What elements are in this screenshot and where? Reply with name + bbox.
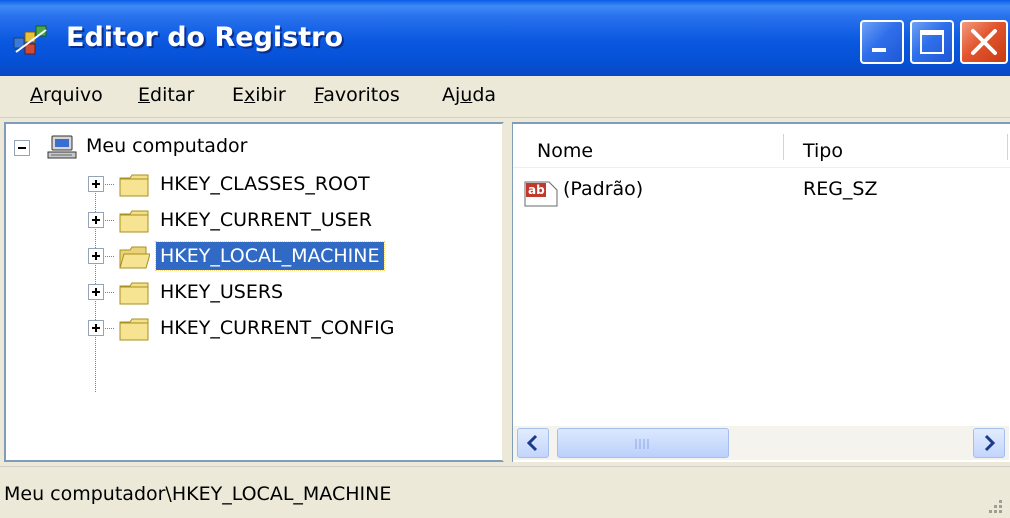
key-tree-pane[interactable]: Meu computador HKEY_CLASSES_ROOT HKEY_CU… — [4, 122, 504, 462]
grip-icon — [635, 439, 649, 449]
expand-toggle-classes-root[interactable] — [88, 176, 104, 192]
window-title: Editor do Registro — [66, 22, 344, 53]
tree-item-hkey-local-machine[interactable]: HKEY_LOCAL_MACHINE — [155, 241, 385, 271]
minimize-icon — [872, 48, 886, 52]
horizontal-scrollbar[interactable] — [513, 426, 1009, 460]
folder-closed-icon — [119, 174, 149, 197]
folder-closed-icon — [119, 282, 149, 305]
maximize-icon — [920, 30, 944, 54]
menu-bar: Arquivo Editar Exibir Favoritos Ajuda — [0, 76, 1010, 118]
tree-item-hkey-classes-root[interactable]: HKEY_CLASSES_ROOT — [156, 170, 374, 198]
column-separator[interactable] — [783, 134, 784, 160]
column-separator[interactable] — [1007, 134, 1008, 160]
root-collapse-toggle[interactable] — [14, 140, 30, 156]
tree-item-hkey-current-user[interactable]: HKEY_CURRENT_USER — [156, 206, 376, 234]
title-bar[interactable]: Editor do Registro — [0, 0, 1010, 76]
status-path: Meu computador\HKEY_LOCAL_MACHINE — [4, 483, 392, 505]
chevron-left-icon — [526, 434, 538, 452]
regedit-icon — [13, 25, 47, 55]
pane-splitter[interactable] — [504, 122, 512, 462]
chevron-right-icon — [984, 434, 996, 452]
expand-toggle-local-machine[interactable] — [88, 248, 104, 264]
svg-text:ab: ab — [528, 183, 545, 197]
expand-toggle-current-user[interactable] — [88, 212, 104, 228]
menu-exibir[interactable]: Exibir — [232, 84, 286, 106]
list-item[interactable]: ab (Padrão) REG_SZ — [513, 172, 1010, 208]
folder-closed-icon — [119, 210, 149, 233]
list-header: Nome Tipo — [513, 124, 1010, 168]
close-button[interactable] — [960, 20, 1008, 64]
column-header-tipo[interactable]: Tipo — [803, 140, 843, 162]
menu-favoritos[interactable]: Favoritos — [314, 84, 400, 106]
expand-toggle-users[interactable] — [88, 284, 104, 300]
value-name: (Padrão) — [563, 178, 644, 200]
registry-editor-window: Editor do Registro Arquivo Editar Exibir… — [0, 0, 1010, 518]
status-bar: Meu computador\HKEY_LOCAL_MACHINE — [0, 466, 1010, 518]
tree-item-hkey-current-config[interactable]: HKEY_CURRENT_CONFIG — [156, 314, 398, 342]
resize-grip-icon[interactable] — [984, 495, 1004, 515]
scroll-right-button[interactable] — [973, 428, 1005, 458]
minimize-button[interactable] — [860, 20, 904, 64]
menu-ajuda[interactable]: Ajuda — [442, 84, 496, 106]
string-value-icon: ab — [524, 181, 558, 207]
value-type: REG_SZ — [803, 178, 878, 200]
computer-icon — [47, 135, 77, 159]
tree-item-hkey-users[interactable]: HKEY_USERS — [156, 278, 287, 306]
expand-toggle-current-config[interactable] — [88, 320, 104, 336]
maximize-button[interactable] — [910, 20, 954, 64]
close-icon — [971, 29, 997, 55]
column-header-nome[interactable]: Nome — [537, 140, 593, 162]
scroll-thumb[interactable] — [557, 428, 729, 458]
values-list-pane[interactable]: Nome Tipo ab (Padrão) REG_SZ — [512, 122, 1010, 462]
menu-editar[interactable]: Editar — [138, 84, 194, 106]
tree-root-label[interactable]: Meu computador — [82, 132, 251, 160]
folder-closed-icon — [119, 318, 149, 341]
menu-arquivo[interactable]: Arquivo — [30, 84, 103, 106]
folder-open-icon — [119, 246, 150, 269]
scroll-left-button[interactable] — [517, 428, 549, 458]
